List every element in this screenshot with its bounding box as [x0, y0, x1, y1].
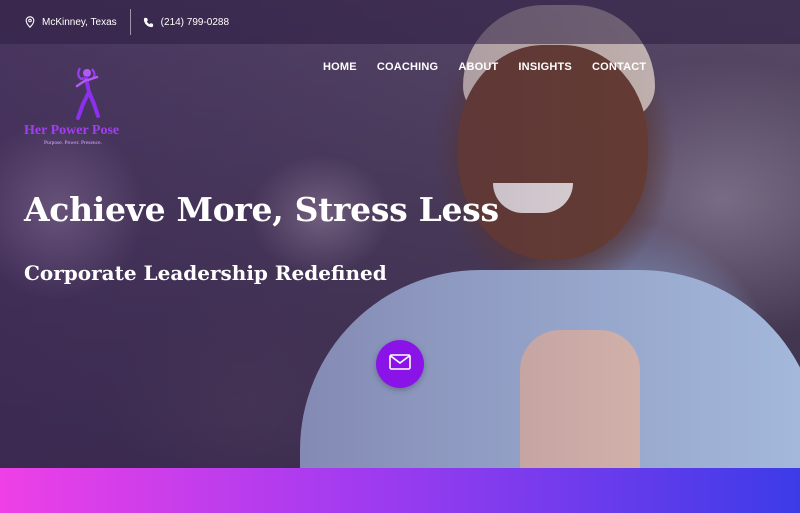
phone-number[interactable]: (214) 799-0288: [161, 17, 229, 28]
main-nav: HOME COACHING ABOUT INSIGHTS CONTACT: [323, 61, 646, 73]
gradient-section-band: [0, 468, 800, 513]
hero-subheadline: Corporate Leadership Redefined: [24, 261, 387, 285]
logo-name: Her Power Pose: [24, 123, 120, 138]
top-info-bar: McKinney, Texas (214) 799-0288: [0, 0, 800, 44]
envelope-icon: [389, 353, 411, 375]
power-pose-figure-icon: [68, 66, 102, 125]
location-info: McKinney, Texas: [25, 16, 117, 28]
topbar-divider: [129, 9, 131, 35]
nav-item-contact[interactable]: CONTACT: [592, 61, 646, 73]
nav-item-insights[interactable]: INSIGHTS: [518, 61, 572, 73]
logo-tagline: Purpose. Power. Presence.: [44, 140, 102, 146]
phone-icon: [143, 17, 154, 28]
hero-headline: Achieve More, Stress Less: [24, 190, 499, 229]
location-text: McKinney, Texas: [42, 16, 117, 28]
site-logo[interactable]: Her Power Pose Purpose. Power. Presence.: [24, 66, 144, 150]
nav-item-home[interactable]: HOME: [323, 61, 357, 73]
email-contact-button[interactable]: [376, 340, 424, 388]
map-pin-icon: [25, 16, 35, 28]
phone-info[interactable]: (214) 799-0288: [143, 17, 229, 28]
nav-item-coaching[interactable]: COACHING: [377, 61, 439, 73]
nav-item-about[interactable]: ABOUT: [458, 61, 498, 73]
